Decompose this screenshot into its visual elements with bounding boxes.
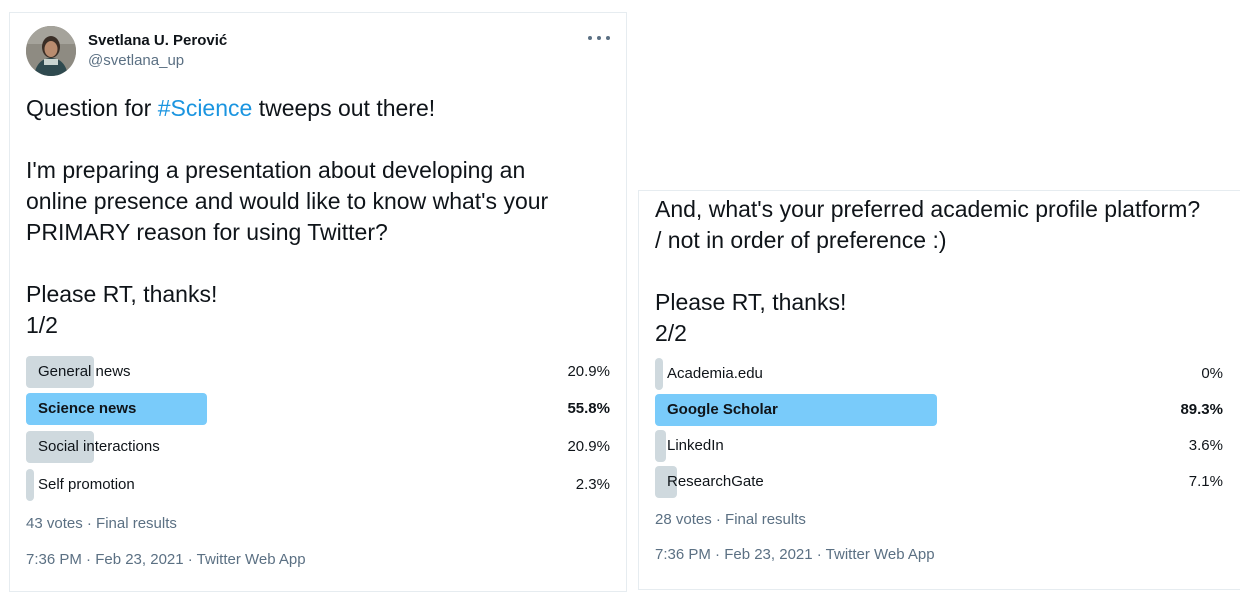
tweet-text-line: Please RT, thanks! [26, 281, 218, 307]
poll-bar [655, 430, 667, 462]
poll-option-label: Self promotion [38, 476, 135, 493]
poll-bar [26, 469, 34, 501]
poll-option-percent: 55.8% [567, 400, 610, 417]
poll-option-label: Science news [38, 400, 137, 417]
avatar-photo [26, 26, 76, 76]
poll-option-percent: 89.3% [1180, 401, 1223, 418]
poll-votes-summary: 28 votes · Final results [655, 511, 806, 528]
tweet-card-2: And, what's your preferred academic prof… [638, 190, 1240, 590]
author-handle[interactable]: @svetlana_up [88, 52, 184, 69]
poll-option: ResearchGate 7.1% [655, 466, 1223, 498]
tweet-text-line: / not in order of preference :) [655, 227, 947, 253]
poll-option: Self promotion 2.3% [26, 469, 610, 501]
tweet-timestamp[interactable]: 7:36 PM · Feb 23, 2021 · Twitter Web App [26, 551, 306, 568]
poll-option-label: Google Scholar [667, 401, 778, 418]
tweet-timestamp[interactable]: 7:36 PM · Feb 23, 2021 · Twitter Web App [655, 546, 935, 563]
tweet-text-line: And, what's your preferred academic prof… [655, 196, 1201, 222]
tweet-text: Question for #Science tweeps out there! … [26, 93, 606, 341]
tweet-text: And, what's your preferred academic prof… [655, 194, 1235, 349]
poll-option-percent: 7.1% [1188, 473, 1223, 490]
poll-option: Academia.edu 0% [655, 358, 1223, 390]
poll-option-label: ResearchGate [667, 473, 764, 490]
poll-option: Science news 55.8% [26, 393, 610, 425]
tweet-text-line: PRIMARY reason for using Twitter? [26, 219, 388, 245]
poll-option-percent: 20.9% [567, 438, 610, 455]
tweet-text-line: online presence and would like to know w… [26, 188, 549, 214]
tweet-text-line: Question for #Science tweeps out there! [26, 95, 436, 121]
tweet-text-line: 1/2 [26, 312, 58, 338]
poll-option-percent: 2.3% [575, 476, 610, 493]
poll-bar [655, 358, 663, 390]
poll-option: General news 20.9% [26, 356, 610, 388]
poll-option-label: Academia.edu [667, 365, 763, 382]
tweet-text-line: I'm preparing a presentation about devel… [26, 157, 526, 183]
poll-option-label: General news [38, 363, 131, 380]
tweet-text-line: Please RT, thanks! [655, 289, 847, 315]
tweet-text-line: 2/2 [655, 320, 687, 346]
poll-option: LinkedIn 3.6% [655, 430, 1223, 462]
poll-option-percent: 20.9% [567, 363, 610, 380]
poll-option-percent: 3.6% [1188, 437, 1223, 454]
more-horizontal-icon[interactable] [588, 31, 610, 45]
poll-option: Social interactions 20.9% [26, 431, 610, 463]
poll-option-percent: 0% [1201, 365, 1223, 382]
hashtag-link[interactable]: #Science [158, 95, 253, 121]
tweet-card-1: Svetlana U. Perović @svetlana_up Questio… [9, 12, 627, 592]
poll-option: Google Scholar 89.3% [655, 394, 1223, 426]
author-name[interactable]: Svetlana U. Perović [88, 32, 227, 49]
poll-votes-summary: 43 votes · Final results [26, 515, 177, 532]
avatar[interactable] [26, 26, 76, 76]
poll-option-label: Social interactions [38, 438, 160, 455]
poll-option-label: LinkedIn [667, 437, 724, 454]
